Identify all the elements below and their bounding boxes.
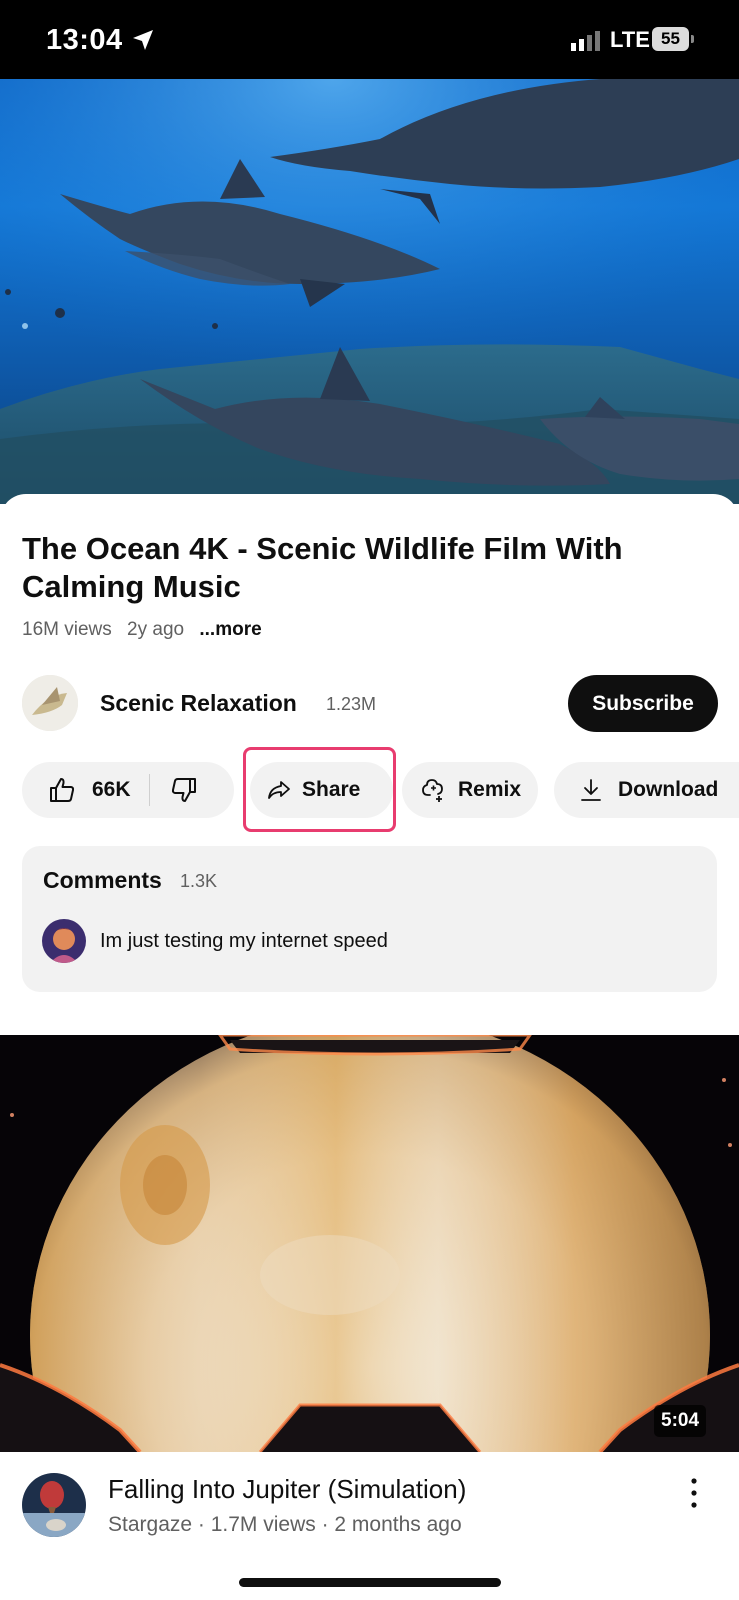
battery-level: 55 — [652, 27, 689, 51]
jupiter-thumbnail-image — [0, 1035, 739, 1452]
duration-badge: 5:04 — [654, 1405, 707, 1437]
remix-button[interactable]: Remix — [402, 762, 538, 818]
more-link[interactable]: ...more — [199, 619, 261, 640]
status-bar: 13:04 LTE 55 — [0, 0, 739, 79]
like-button[interactable]: 66K — [22, 762, 131, 818]
signal-icon — [571, 31, 600, 51]
download-icon — [581, 779, 601, 801]
remix-label: Remix — [458, 778, 522, 801]
next-video-title[interactable]: Falling Into Jupiter (Simulation) — [108, 1474, 466, 1505]
remix-icon — [422, 779, 443, 802]
commenter-avatar — [42, 919, 86, 963]
top-comment-text: Im just testing my internet speed — [100, 930, 388, 952]
channel-avatar[interactable] — [22, 675, 78, 731]
like-count: 66K — [92, 778, 131, 801]
download-label: Download — [618, 778, 719, 801]
subscribe-button[interactable]: Subscribe — [568, 675, 718, 732]
subscriber-count: 1.23M — [326, 694, 377, 714]
upload-age: 2y ago — [127, 619, 185, 640]
battery-icon: 55 — [652, 27, 694, 51]
next-video-meta: Stargaze · 1.7M views · 2 months ago — [108, 1513, 462, 1536]
comments-count: 1.3K — [180, 871, 218, 891]
thumbs-down-icon — [171, 778, 196, 802]
comments-title: Comments — [43, 867, 162, 893]
download-button[interactable]: Download — [554, 762, 739, 818]
video-title: The Ocean 4K - Scenic Wildlife Film With… — [22, 531, 623, 604]
share-highlight-box — [243, 747, 396, 832]
next-video-channel-avatar[interactable] — [22, 1473, 86, 1537]
like-dislike-group: 66K — [22, 762, 234, 818]
video-player[interactable] — [0, 79, 739, 504]
more-vertical-icon[interactable] — [684, 1476, 704, 1510]
dolphins-video-frame — [0, 79, 739, 504]
channel-name[interactable]: Scenic Relaxation — [100, 690, 297, 717]
network-label: LTE — [610, 27, 650, 52]
home-indicator[interactable] — [239, 1578, 501, 1587]
status-time: 13:04 — [46, 24, 123, 56]
thumbs-up-icon — [50, 778, 75, 802]
view-count: 16M views — [22, 619, 112, 640]
dislike-button[interactable] — [150, 762, 198, 818]
comments-card[interactable]: Comments 1.3K Im just testing my interne… — [22, 846, 717, 992]
location-arrow-icon — [133, 30, 153, 50]
video-meta: 16M views 2y ago ...more — [22, 619, 272, 641]
next-video-thumbnail[interactable] — [0, 1035, 739, 1452]
